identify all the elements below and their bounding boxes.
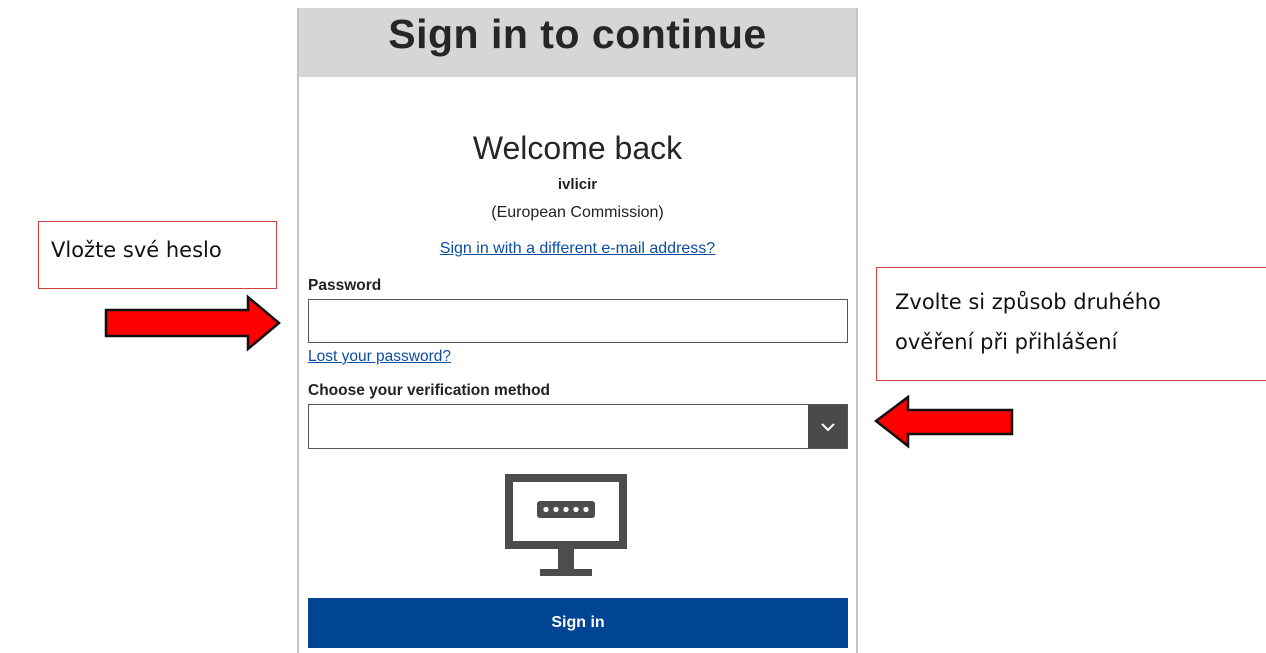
verification-hint-line1: Zvolte si způsob druhého xyxy=(895,290,1161,314)
password-hint-text: Vložte své heslo xyxy=(51,238,222,262)
login-panel: Sign in to continue Welcome back ivlicir… xyxy=(297,8,858,653)
password-label: Password xyxy=(308,277,382,294)
organization: (European Commission) xyxy=(491,204,664,221)
right-arrow-icon xyxy=(104,294,281,352)
chevron-down-icon xyxy=(820,422,835,431)
verification-method-label: Choose your verification method xyxy=(308,382,551,399)
dropdown-toggle[interactable] xyxy=(808,405,847,448)
sign-in-button[interactable]: Sign in xyxy=(308,598,848,648)
username: ivlicir xyxy=(557,176,598,193)
left-arrow-icon xyxy=(873,394,1014,449)
verification-hint-callout: Zvolte si způsob druhého ověření při při… xyxy=(876,267,1266,381)
password-input[interactable] xyxy=(308,299,848,343)
different-email-link[interactable]: Sign in with a different e-mail address? xyxy=(299,240,856,258)
monitor-password-icon xyxy=(505,474,627,576)
lost-password-link[interactable]: Lost your password? xyxy=(308,348,451,366)
welcome-heading: Welcome back xyxy=(472,130,683,166)
verification-hint-line2: ověření při přihlášení xyxy=(895,330,1118,354)
page-title: Sign in to continue xyxy=(388,11,767,57)
panel-header: Sign in to continue xyxy=(299,8,856,77)
password-hint-callout: Vložte své heslo xyxy=(38,221,277,289)
verification-method-select[interactable] xyxy=(308,404,848,449)
